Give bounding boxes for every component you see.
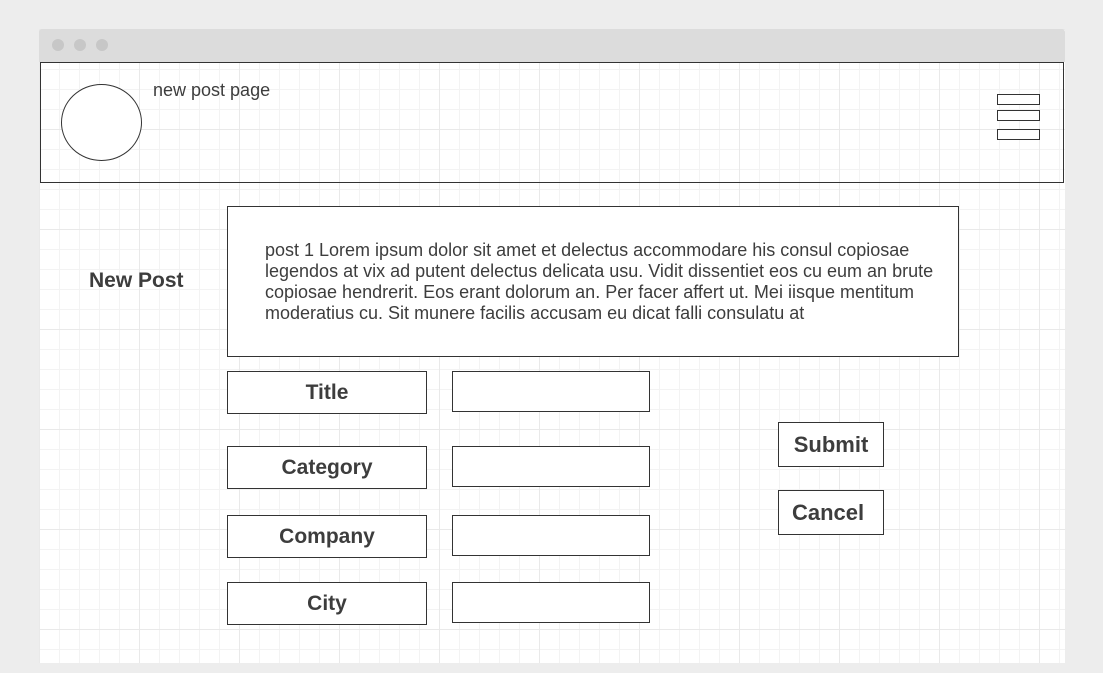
menu-bar <box>997 94 1040 105</box>
post-body-text: post 1 Lorem ipsum dolor sit amet et del… <box>265 240 934 323</box>
page-label: new post page <box>153 80 271 100</box>
menu-bar <box>997 110 1040 121</box>
submit-button[interactable]: Submit <box>778 422 884 467</box>
window-control-dot[interactable] <box>52 39 64 51</box>
window-control-dot[interactable] <box>74 39 86 51</box>
window-control-dot[interactable] <box>96 39 108 51</box>
page-header: new post page <box>40 62 1064 183</box>
post-body-box[interactable]: post 1 Lorem ipsum dolor sit amet et del… <box>227 206 959 357</box>
menu-bar <box>997 129 1040 140</box>
title-input[interactable] <box>452 371 650 412</box>
window-titlebar <box>39 29 1065 62</box>
company-input[interactable] <box>452 515 650 556</box>
city-label: City <box>227 582 427 625</box>
city-input[interactable] <box>452 582 650 623</box>
avatar[interactable] <box>61 84 142 161</box>
browser-window: new post page New Post post 1 Lorem ipsu… <box>39 29 1065 663</box>
page-title: New Post <box>89 269 184 292</box>
cancel-button[interactable]: Cancel <box>778 490 884 535</box>
company-label: Company <box>227 515 427 558</box>
category-label: Category <box>227 446 427 489</box>
title-label: Title <box>227 371 427 414</box>
category-input[interactable] <box>452 446 650 487</box>
